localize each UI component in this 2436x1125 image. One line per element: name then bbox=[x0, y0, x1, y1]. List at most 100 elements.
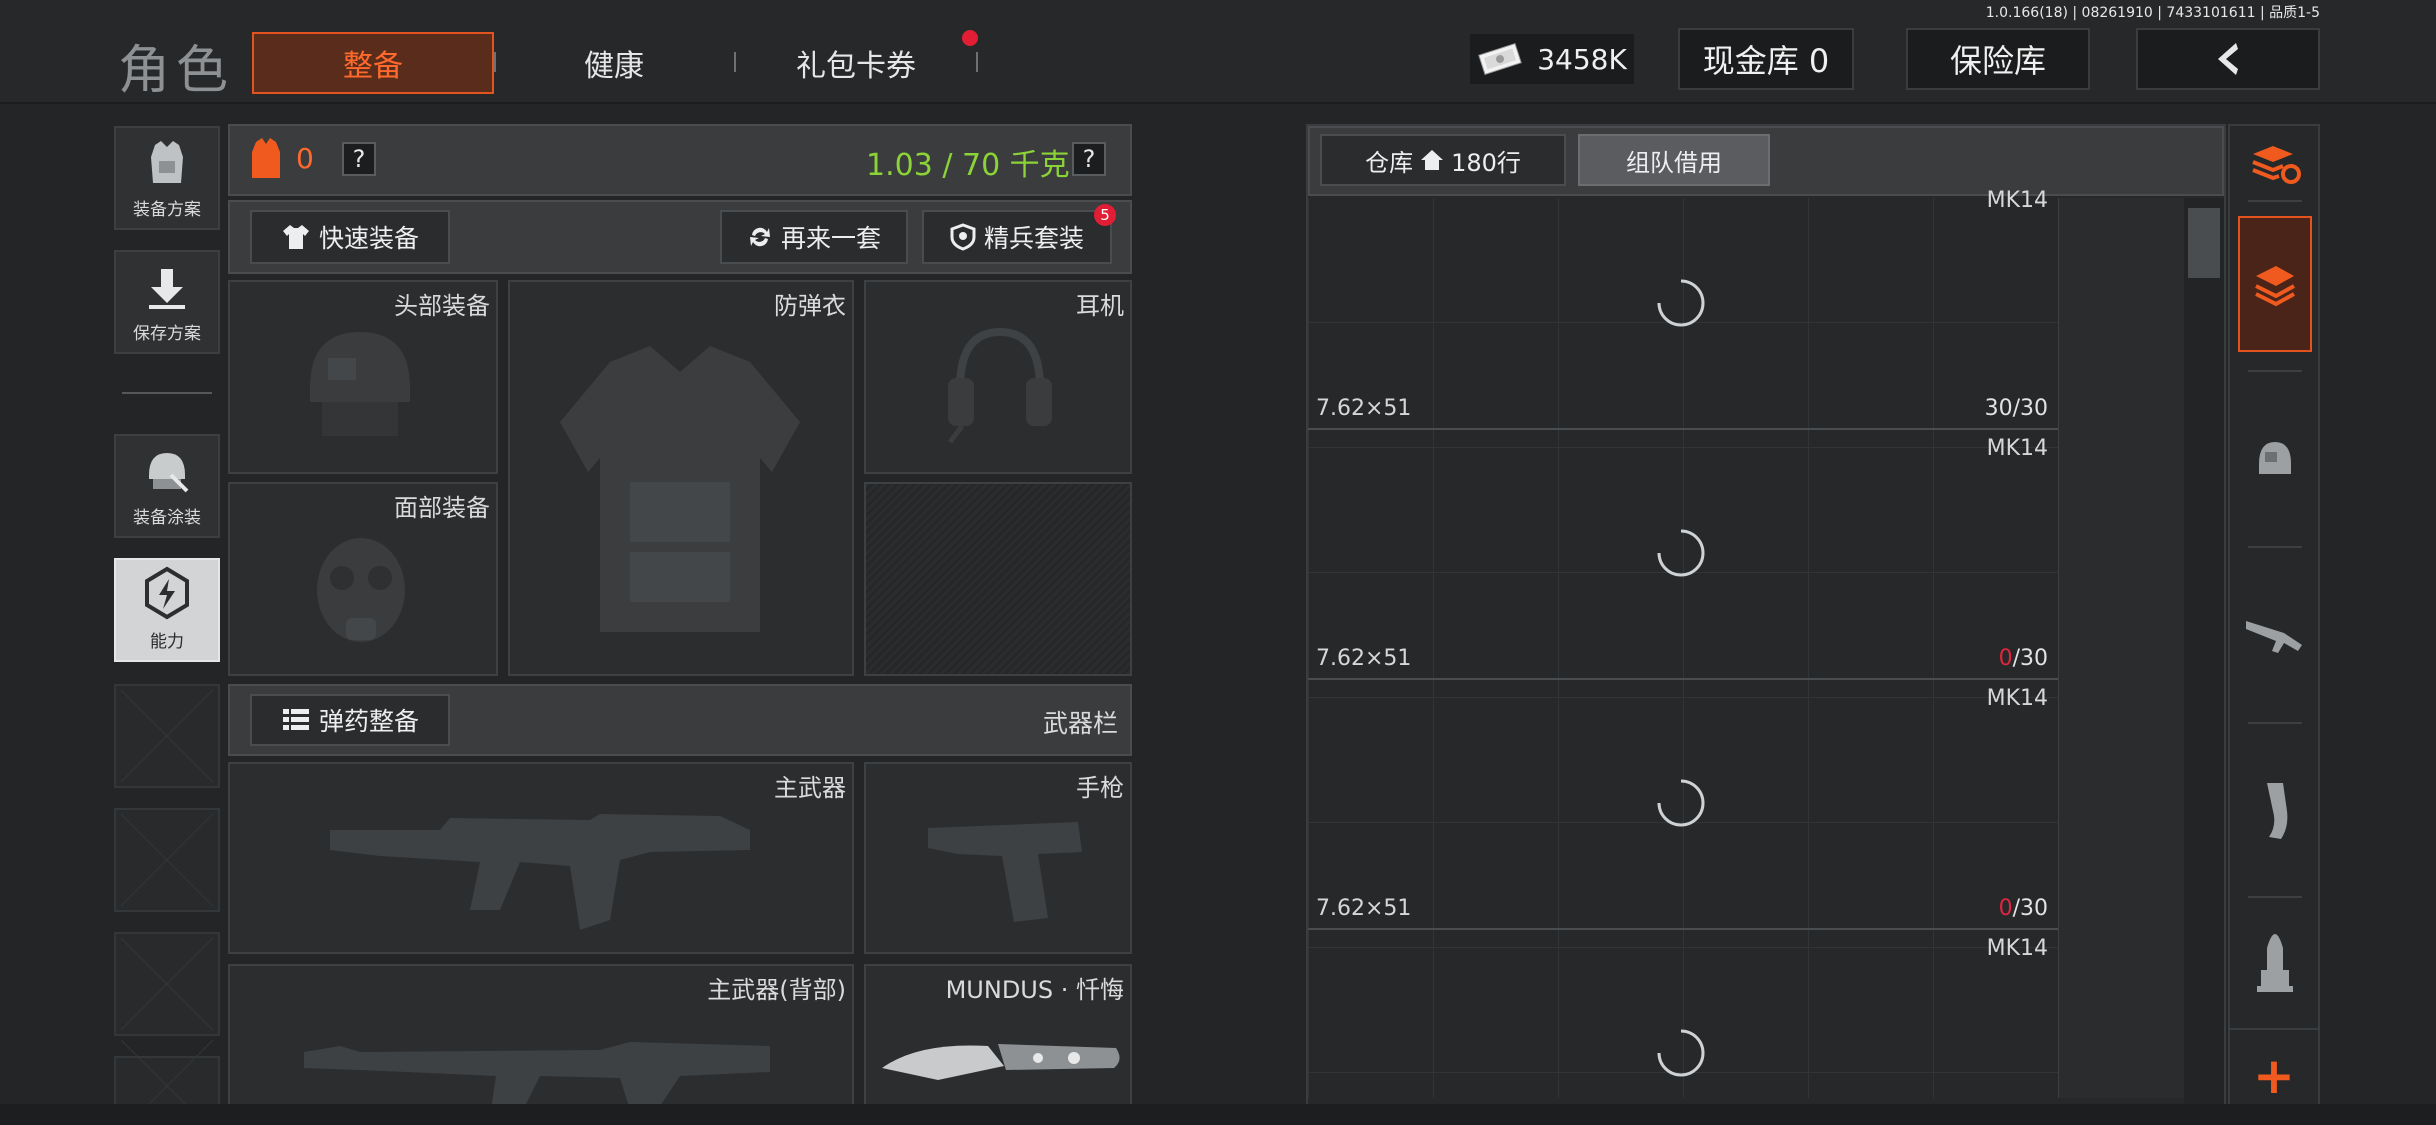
empty-slot bbox=[114, 808, 220, 912]
scrollbar-thumb[interactable] bbox=[2188, 208, 2220, 278]
sidebar-item-paint[interactable]: 装备涂装 bbox=[114, 434, 220, 538]
tab-coupon[interactable]: 礼包卡券 bbox=[734, 32, 978, 94]
count-max: /30 bbox=[2012, 896, 2048, 921]
body-armor-icon bbox=[560, 346, 800, 632]
sidebar-item-save-plan[interactable]: 保存方案 bbox=[114, 250, 220, 354]
storage-scrollbar[interactable] bbox=[2184, 198, 2224, 1122]
empty-slot bbox=[114, 684, 220, 788]
count-current: 0 bbox=[1998, 896, 2013, 921]
empty-slot bbox=[114, 932, 220, 1036]
money-display: 3458K bbox=[1470, 34, 1634, 84]
back-arrow-icon bbox=[2218, 43, 2238, 75]
back-weapon-slot[interactable]: 主武器(背部) bbox=[228, 964, 854, 1124]
rifle-filter-tab[interactable] bbox=[2238, 548, 2312, 722]
help-label: ? bbox=[1082, 145, 1096, 173]
rifle-filter-icon bbox=[2246, 621, 2302, 653]
elite-set-badge: 5 bbox=[1094, 204, 1116, 226]
slot-label: MUNDUS · 忏悔 bbox=[945, 976, 1124, 1004]
weight-help-button[interactable]: ? bbox=[1072, 142, 1106, 176]
slot-label: 耳机 bbox=[1076, 292, 1124, 320]
count-current: 30 bbox=[1984, 396, 2013, 421]
headset-slot[interactable]: 耳机 bbox=[864, 280, 1132, 474]
safe-vault-label: 保险库 bbox=[1949, 42, 2046, 80]
sidebar-item-loadout-plan[interactable]: 装备方案 bbox=[114, 126, 220, 230]
cash-icon bbox=[1478, 42, 1522, 76]
storage-item[interactable] bbox=[1308, 932, 2058, 1122]
help-label: ? bbox=[352, 145, 366, 173]
ammo-prep-button[interactable]: 弹药整备 bbox=[250, 694, 450, 746]
sidebar-item-label: 装备涂装 bbox=[133, 508, 201, 528]
page-title: 角色 bbox=[118, 41, 235, 101]
all-items-icon bbox=[2255, 266, 2295, 306]
refresh-icon bbox=[749, 227, 770, 247]
rail-separator bbox=[2248, 200, 2302, 202]
vest-icon bbox=[151, 141, 183, 183]
slot-label: 头部装备 bbox=[394, 292, 490, 320]
primary-weapon-slot[interactable]: 主武器 bbox=[228, 762, 854, 954]
gas-mask-icon bbox=[317, 538, 405, 642]
ammo-filter-icon bbox=[2257, 934, 2293, 992]
sidebar-item-label: 能力 bbox=[150, 632, 184, 652]
body-armor-slot[interactable]: 防弹衣 bbox=[508, 280, 854, 676]
item-count: 0/30 bbox=[1999, 646, 2048, 671]
pistol-slot[interactable]: 手枪 bbox=[864, 762, 1132, 954]
cash-vault-button[interactable]: 现金库 0 bbox=[1678, 28, 1854, 90]
again-set-button[interactable]: 再来一套 bbox=[720, 210, 908, 264]
bottom-strip bbox=[0, 1104, 2436, 1125]
elite-set-button[interactable]: 精兵套装 bbox=[922, 210, 1112, 264]
tab-separator bbox=[976, 52, 978, 72]
sidebar-item-label: 保存方案 bbox=[133, 324, 201, 344]
house-icon bbox=[1421, 150, 1444, 170]
tab-health[interactable]: 健康 bbox=[494, 32, 734, 94]
warehouse-rows: 180行 bbox=[1451, 148, 1521, 177]
tab-equip[interactable]: 整备 bbox=[252, 32, 494, 94]
sidebar-item-ability[interactable]: 能力 bbox=[114, 558, 220, 662]
safe-vault-button[interactable]: 保险库 bbox=[1906, 28, 2090, 90]
tab-equip-label: 整备 bbox=[343, 49, 403, 84]
weight-display: 1.03 / 70 千克 bbox=[866, 148, 1070, 183]
head-gear-slot[interactable]: 头部装备 bbox=[228, 280, 498, 474]
knife-icon bbox=[882, 1044, 1120, 1080]
slot-label: 手枪 bbox=[1076, 774, 1124, 802]
team-borrow-label: 组队借用 bbox=[1626, 148, 1722, 177]
magazine-filter-tab[interactable] bbox=[2238, 724, 2312, 898]
tab-coupon-label: 礼包卡券 bbox=[796, 49, 916, 84]
armor-help-button[interactable]: ? bbox=[342, 142, 376, 176]
quick-equip-button[interactable]: 快速装备 bbox=[250, 210, 450, 264]
loading-spinner-icon bbox=[1657, 779, 1705, 827]
warehouse-tab[interactable]: 仓库 180行 bbox=[1320, 134, 1566, 186]
quick-equip-label: 快速装备 bbox=[318, 224, 419, 253]
loading-spinner-icon bbox=[1657, 279, 1705, 327]
ammo-prep-label: 弹药整备 bbox=[318, 707, 419, 736]
item-name: MK14 bbox=[1986, 436, 2048, 461]
armor-icon bbox=[252, 138, 280, 178]
face-gear-slot[interactable]: 面部装备 bbox=[228, 482, 498, 676]
loading-spinner-icon bbox=[1657, 529, 1705, 577]
armor-count: 0 bbox=[296, 142, 314, 175]
slot-label: 主武器 bbox=[774, 774, 846, 802]
melee-slot[interactable]: MUNDUS · 忏悔 bbox=[864, 964, 1132, 1124]
ability-icon bbox=[145, 566, 189, 620]
sort-refresh-button[interactable] bbox=[2238, 128, 2312, 200]
count-max: /30 bbox=[2012, 646, 2048, 671]
tab-health-label: 健康 bbox=[584, 49, 644, 84]
slot-label: 面部装备 bbox=[394, 494, 490, 522]
all-items-tab[interactable] bbox=[2238, 216, 2312, 352]
locked-slot bbox=[864, 482, 1132, 676]
ammo-list-icon bbox=[282, 709, 309, 730]
team-borrow-tab[interactable]: 组队借用 bbox=[1578, 134, 1770, 186]
sort-refresh-icon bbox=[2252, 146, 2301, 184]
again-set-label: 再来一套 bbox=[780, 224, 881, 253]
item-name: MK14 bbox=[1986, 686, 2048, 711]
item-ammo: 7.62×51 bbox=[1316, 396, 1412, 421]
weapon-bar-label: 武器栏 bbox=[1042, 709, 1118, 738]
back-button[interactable] bbox=[2136, 28, 2320, 90]
money-value: 3458K bbox=[1537, 42, 1627, 76]
grid-empty-column bbox=[2058, 198, 2184, 1098]
item-count: 30/30 bbox=[1985, 396, 2048, 421]
armor-filter-tab[interactable] bbox=[2238, 372, 2312, 546]
pistol-icon bbox=[928, 822, 1082, 922]
assault-rifle-icon bbox=[330, 814, 750, 930]
warehouse-label: 仓库 bbox=[1365, 148, 1414, 177]
ammo-filter-tab[interactable] bbox=[2238, 898, 2312, 1026]
